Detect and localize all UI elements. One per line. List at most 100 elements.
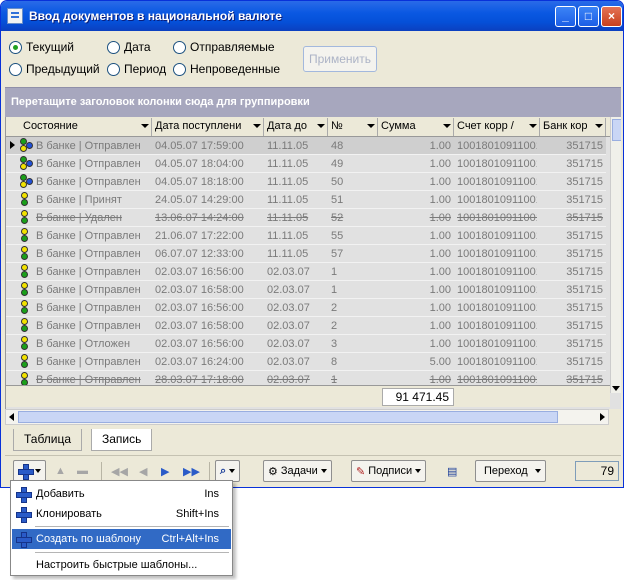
radio-indicator[interactable]	[173, 40, 186, 54]
menu-item-add[interactable]: Добавить Ins	[12, 484, 231, 504]
table-row[interactable]: В банке | Отправлен 02.03.07 16:56:00 02.0…	[6, 299, 606, 317]
filter-dropdown-icon[interactable]	[365, 120, 376, 132]
first-record-button[interactable]: ◀◀	[111, 460, 128, 482]
double-chevron-left-icon: ◀◀	[111, 465, 128, 478]
close-button[interactable]: ×	[601, 6, 622, 27]
radio-previous[interactable]: Предыдущий	[9, 61, 100, 77]
radio-outgoing[interactable]: Отправляемые	[173, 39, 275, 55]
table-row[interactable]: В банке | Отправлен 06.07.07 12:33:00 11.1…	[6, 245, 606, 263]
table-row[interactable]: В банке | Отправлен 04.05.07 18:04:00 11.1…	[6, 155, 606, 173]
menu-item-clone[interactable]: Клонировать Shift+Ins	[12, 504, 231, 524]
group-by-hint[interactable]: Перетащите заголовок колонки сюда для гр…	[5, 87, 621, 117]
cell-col-number: 48	[331, 140, 344, 152]
delete-button[interactable]: ▬	[77, 460, 88, 482]
scroll-right-icon[interactable]	[600, 413, 605, 421]
status-lights-icon	[20, 264, 34, 280]
up-button[interactable]: ▲	[55, 460, 66, 482]
signatures-button[interactable]: ✎ Подписи	[351, 460, 427, 482]
menu-item-label: Клонировать	[36, 508, 102, 520]
status-lights-icon	[20, 318, 34, 334]
header-col-account[interactable]: Счет корр /	[454, 118, 540, 136]
next-record-button[interactable]: ▶	[161, 460, 169, 482]
table-row[interactable]: В банке | Отправлен 02.03.07 16:56:00 02.0…	[6, 263, 606, 281]
table-row[interactable]: В банке | Отправлен 04.05.07 17:59:00 11.1…	[6, 137, 606, 155]
header-col-date-to[interactable]: Дата до	[264, 118, 328, 136]
filter-dropdown-icon[interactable]	[441, 120, 452, 132]
filter-dropdown-icon[interactable]	[315, 120, 326, 132]
cell-col-sum: 1.00	[429, 284, 451, 296]
table-row[interactable]: В банке | Отправлен 04.05.07 18:18:00 11.1…	[6, 173, 606, 191]
horizontal-scrollbar[interactable]	[5, 409, 609, 425]
table-row[interactable]: В банке | Отправлен 02.03.07 16:58:00 02.0…	[6, 317, 606, 335]
maximize-button[interactable]: □	[578, 6, 599, 27]
scroll-left-icon[interactable]	[9, 413, 14, 421]
tab-table[interactable]: Таблица	[13, 429, 83, 451]
chevron-down-icon	[320, 469, 327, 473]
filter-dropdown-icon[interactable]	[251, 120, 262, 132]
cell-col-account: 10018010911001	[457, 266, 537, 278]
header-col-bank[interactable]: Банк кор	[540, 118, 606, 136]
cell-col-status: В банке | Отправлен	[36, 302, 141, 314]
goto-button[interactable]: Переход	[475, 460, 546, 482]
header-col-received-date[interactable]: Дата поступлени	[152, 118, 264, 136]
last-record-button[interactable]: ▶▶	[183, 460, 200, 482]
cell-col-bank: 351715	[566, 266, 603, 278]
minimize-button[interactable]: _	[555, 6, 576, 27]
radio-period[interactable]: Период	[107, 61, 166, 77]
header-col-number[interactable]: №	[328, 118, 378, 136]
table-row[interactable]: В банке | Отправлен 02.03.07 16:24:00 02.0…	[6, 353, 606, 371]
table-row[interactable]: В банке | Отправлен 02.03.07 16:58:00 02.0…	[6, 281, 606, 299]
radio-indicator[interactable]	[173, 62, 186, 76]
prev-record-button[interactable]: ◀	[139, 460, 147, 482]
tasks-button[interactable]: ⚙ Задачи	[263, 460, 332, 482]
header-col-sum[interactable]: Сумма	[378, 118, 454, 136]
header-label: Состояние	[23, 120, 78, 132]
cell-col-date-to: 02.03.07	[267, 356, 310, 368]
cell-col-number: 3	[331, 338, 338, 350]
filter-dropdown-icon[interactable]	[139, 120, 150, 132]
menu-item-configure-templates[interactable]: Настроить быстрые шаблоны...	[12, 555, 231, 575]
cell-col-sum: 1.00	[429, 338, 451, 350]
horizontal-scroll-thumb[interactable]	[18, 411, 558, 423]
header-label: Банк кор	[543, 120, 588, 132]
tab-record[interactable]: Запись	[91, 429, 153, 451]
chevron-down-icon	[534, 469, 541, 473]
menu-item-shortcut: Ins	[204, 488, 219, 500]
table-row[interactable]: В банке | Отложен 02.03.07 16:56:00 02.03.…	[6, 335, 606, 353]
cell-col-account: 10018010911001	[457, 212, 537, 224]
apply-button[interactable]: Применить	[303, 46, 377, 72]
cell-col-number: 49	[331, 158, 344, 170]
window-title: Ввод документов в национальной валюте	[29, 9, 282, 23]
table-row[interactable]: В банке | Удален 13.06.07 14:24:00 11.11.0…	[6, 209, 606, 227]
status-lights-icon	[20, 192, 34, 208]
vertical-scrollbar[interactable]	[610, 117, 621, 393]
cell-col-account: 10018010911001	[457, 320, 537, 332]
add-dropdown-button[interactable]	[13, 460, 46, 482]
cell-col-bank: 351715	[566, 158, 603, 170]
filter-dropdown-icon[interactable]	[527, 120, 538, 132]
cell-col-bank: 351715	[566, 338, 603, 350]
radio-indicator[interactable]	[9, 40, 22, 54]
chevron-right-icon: ▶	[161, 465, 170, 478]
minus-icon: ▬	[77, 465, 88, 477]
cell-col-bank: 351715	[566, 302, 603, 314]
table-row[interactable]: В банке | Отправлен 21.06.07 17:22:00 11.1…	[6, 227, 606, 245]
radio-current[interactable]: Текущий	[9, 39, 74, 55]
vertical-scroll-thumb[interactable]	[612, 119, 621, 141]
header-col-status[interactable]: Состояние	[20, 118, 152, 136]
search-dropdown-button[interactable]: ⌕	[215, 460, 241, 482]
scroll-down-icon[interactable]	[612, 386, 620, 391]
plus-icon	[16, 532, 32, 548]
radio-indicator[interactable]	[107, 62, 120, 76]
cell-col-received-date: 02.03.07 16:58:00	[155, 284, 244, 296]
radio-date[interactable]: Дата	[107, 39, 151, 55]
print-button[interactable]: ▤	[447, 460, 457, 482]
cell-col-date-to: 02.03.07	[267, 302, 310, 314]
radio-indicator[interactable]	[9, 62, 22, 76]
radio-indicator[interactable]	[107, 40, 120, 54]
filter-dropdown-icon[interactable]	[593, 120, 604, 132]
menu-item-create-from-template[interactable]: Создать по шаблону Ctrl+Alt+Ins	[12, 529, 231, 549]
cell-col-bank: 351715	[566, 320, 603, 332]
table-row[interactable]: В банке | Принят 24.05.07 14:29:00 11.11.0…	[6, 191, 606, 209]
radio-unposted[interactable]: Непроведенные	[173, 61, 280, 77]
